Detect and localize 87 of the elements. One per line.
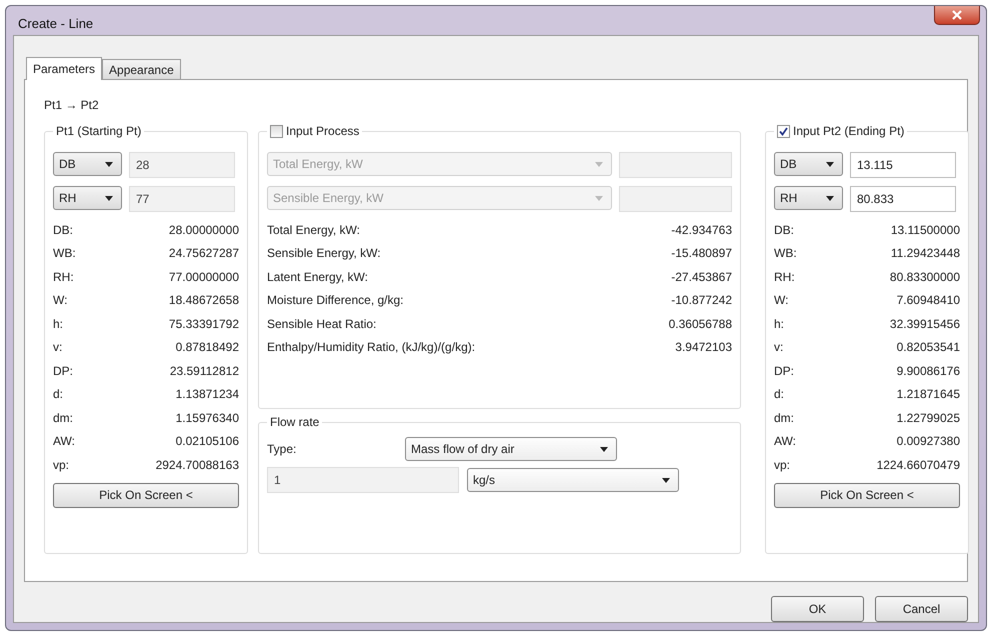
result-label: Enthalpy/Humidity Ratio, (kJ/kg)/(g/kg): bbox=[267, 340, 476, 354]
window-title: Create - Line bbox=[18, 16, 94, 31]
property-label: vp: bbox=[774, 458, 790, 472]
property-value: 7.60948410 bbox=[896, 293, 960, 308]
caret-icon bbox=[826, 196, 834, 200]
property-label: W: bbox=[774, 293, 788, 308]
close-button[interactable] bbox=[934, 6, 980, 25]
property-label: h: bbox=[774, 316, 784, 331]
property-value: 1.21871645 bbox=[896, 387, 960, 402]
result-label: Sensible Energy, kW: bbox=[267, 246, 381, 260]
property-value: 24.75627287 bbox=[168, 246, 239, 260]
property-label: WB: bbox=[53, 246, 76, 260]
value-field[interactable]: 80.833 bbox=[850, 186, 956, 212]
property-label: AW: bbox=[53, 434, 76, 448]
dialog-button[interactable]: Cancel bbox=[875, 596, 968, 622]
property-label: dm: bbox=[774, 410, 794, 425]
result-label: Total Energy, kW: bbox=[267, 222, 360, 237]
dialog-button[interactable]: OK bbox=[771, 596, 864, 622]
property-label: DP: bbox=[53, 364, 74, 378]
group-title: Flow rate bbox=[270, 415, 320, 429]
pick-on-screen-button[interactable]: Pick On Screen < bbox=[774, 482, 960, 508]
checkbox-label: Input Process bbox=[286, 124, 360, 138]
property-value: 0.87818492 bbox=[176, 340, 239, 354]
caret-icon bbox=[595, 162, 603, 166]
result-value: -27.453867 bbox=[671, 270, 732, 284]
property-value: 9.90086176 bbox=[896, 364, 960, 378]
property-label: d: bbox=[53, 387, 64, 402]
pick-on-screen-button[interactable]: Pick On Screen < bbox=[53, 482, 239, 508]
property-label: DP: bbox=[774, 364, 794, 378]
caret-icon bbox=[105, 162, 113, 166]
close-icon bbox=[951, 10, 963, 20]
caret-icon bbox=[600, 446, 608, 452]
property-label: WB: bbox=[774, 246, 797, 260]
caret-icon bbox=[105, 196, 113, 200]
tab[interactable]: Parameters bbox=[26, 57, 102, 80]
result-label: Latent Energy, kW: bbox=[267, 270, 368, 284]
property-label: W: bbox=[53, 293, 68, 308]
result-value: -42.934763 bbox=[671, 222, 732, 237]
property-label: RH: bbox=[774, 270, 795, 284]
property-value: 1.15976340 bbox=[176, 410, 239, 425]
property-value: 28.00000000 bbox=[168, 222, 239, 237]
tab[interactable]: Appearance bbox=[102, 59, 181, 79]
checkbox[interactable] bbox=[777, 124, 790, 138]
property-value: 1.22799025 bbox=[896, 410, 960, 425]
group-title: Pt1 (Starting Pt) bbox=[56, 124, 142, 138]
type-label: Type: bbox=[267, 442, 298, 456]
caret-icon bbox=[595, 196, 603, 200]
property-value: 75.33391792 bbox=[168, 316, 239, 331]
property-dropdown[interactable]: RH bbox=[774, 186, 843, 210]
property-dropdown[interactable]: DB bbox=[774, 152, 843, 176]
property-label: v: bbox=[53, 340, 62, 354]
caret-icon bbox=[662, 478, 670, 482]
property-value: 77.00000000 bbox=[168, 270, 239, 284]
result-label: Sensible Heat Ratio: bbox=[267, 316, 376, 331]
property-label: DB: bbox=[53, 222, 74, 237]
property-value: 0.02105106 bbox=[176, 434, 239, 448]
result-value: -10.877242 bbox=[671, 293, 732, 308]
property-label: v: bbox=[774, 340, 784, 354]
property-label: vp: bbox=[53, 458, 70, 472]
result-value: 3.9472103 bbox=[675, 340, 732, 354]
property-value: 13.11500000 bbox=[890, 222, 960, 237]
caret-icon bbox=[826, 162, 834, 166]
property-value: 1224.66070479 bbox=[876, 458, 960, 472]
property-label: h: bbox=[53, 316, 64, 331]
result-label: Moisture Difference, g/kg: bbox=[267, 293, 404, 308]
unit-dropdown[interactable]: kg/s bbox=[467, 468, 679, 492]
flow-type-dropdown[interactable]: Mass flow of dry air bbox=[405, 437, 617, 461]
checkbox-label: Input Pt2 (Ending Pt) bbox=[793, 124, 904, 138]
checkbox[interactable] bbox=[270, 124, 283, 138]
property-value: 32.39915456 bbox=[890, 316, 960, 331]
property-value: 2924.70088163 bbox=[156, 458, 239, 472]
property-value: 1.13871234 bbox=[176, 387, 239, 402]
property-value: 23.59112812 bbox=[170, 364, 239, 378]
property-label: RH: bbox=[53, 270, 74, 284]
property-label: d: bbox=[774, 387, 784, 402]
result-value: -15.480897 bbox=[671, 246, 732, 260]
property-value: 0.82053541 bbox=[896, 340, 960, 354]
property-label: dm: bbox=[53, 410, 74, 425]
property-label: AW: bbox=[774, 434, 796, 448]
property-value: 80.83300000 bbox=[890, 270, 960, 284]
result-value: 0.36056788 bbox=[668, 316, 732, 331]
property-value: 0.00927380 bbox=[896, 434, 960, 448]
property-label: DB: bbox=[774, 222, 794, 237]
property-value: 11.29423448 bbox=[890, 246, 960, 260]
path-label: Pt1 → Pt2 bbox=[44, 98, 100, 114]
property-value: 18.48672658 bbox=[168, 293, 239, 308]
value-field[interactable]: 13.115 bbox=[850, 152, 956, 178]
